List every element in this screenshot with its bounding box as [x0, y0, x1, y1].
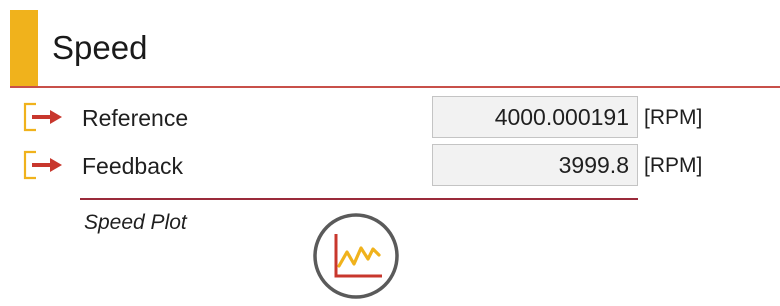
header-accent-bar [10, 10, 38, 86]
feedback-label: Feedback [82, 153, 184, 179]
signal-row-feedback: Feedback [RPM] [0, 144, 780, 188]
speed-plot-label: Speed Plot [84, 211, 187, 234]
reference-unit: [RPM] [644, 106, 703, 129]
signal-row-reference: Reference [RPM] [0, 96, 780, 140]
feedback-value-field[interactable] [432, 144, 638, 186]
feedback-unit: [RPM] [644, 154, 703, 177]
plot-section-divider [80, 198, 638, 200]
line-chart-icon [312, 212, 400, 300]
header-divider [10, 86, 780, 88]
reference-value-field[interactable] [432, 96, 638, 138]
panel-header: Speed [0, 0, 780, 88]
page-title: Speed [52, 29, 148, 66]
reference-label: Reference [82, 105, 189, 131]
speed-plot-button[interactable] [312, 212, 400, 300]
signal-output-arrow-icon [22, 100, 64, 134]
signal-output-arrow-icon [22, 148, 64, 182]
